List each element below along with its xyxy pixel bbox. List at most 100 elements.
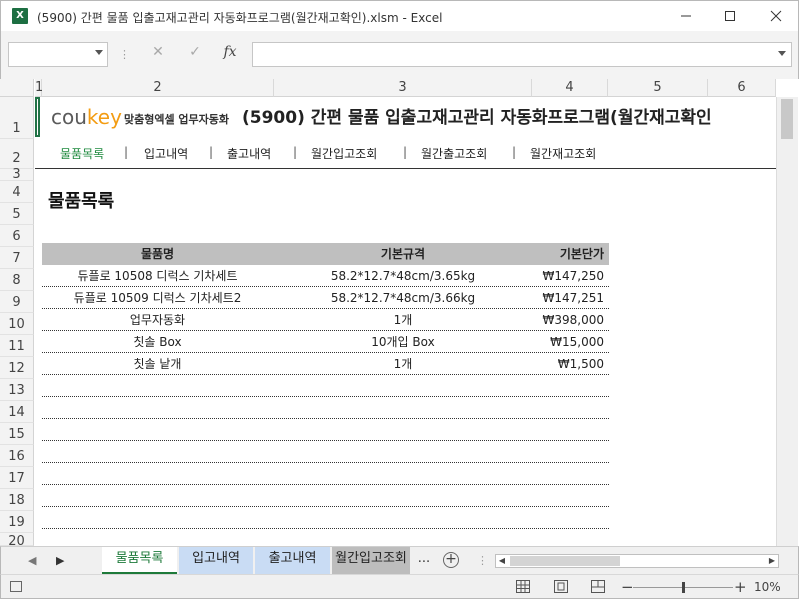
vertical-scrollbar[interactable] — [776, 97, 798, 546]
table-cell[interactable] — [533, 375, 609, 396]
row-header[interactable]: 11 — [0, 335, 34, 357]
chevron-down-icon[interactable] — [95, 50, 103, 55]
row-header[interactable]: 17 — [0, 467, 34, 489]
column-header[interactable]: 2 — [42, 79, 274, 97]
table-cell[interactable] — [273, 419, 533, 440]
table-cell[interactable]: 칫솔 낱개 — [42, 353, 273, 374]
table-cell[interactable] — [273, 529, 533, 546]
table-cell[interactable] — [42, 463, 273, 484]
tab-입고내역[interactable]: 입고내역 — [179, 547, 253, 574]
nav-item-출고내역[interactable]: 출고내역 — [227, 145, 271, 162]
table-cell[interactable] — [273, 463, 533, 484]
table-cell[interactable] — [273, 397, 533, 418]
row-header[interactable]: 18 — [0, 489, 34, 511]
table-cell[interactable] — [42, 441, 273, 462]
row-header[interactable]: 1 — [0, 97, 34, 139]
row-header[interactable]: 3 — [0, 167, 34, 182]
normal-view-icon[interactable] — [516, 580, 530, 593]
column-header[interactable]: 3 — [274, 79, 532, 97]
tab-splitter-icon[interactable]: ⋮ — [477, 554, 488, 567]
tab-물품목록[interactable]: 물품목록 — [102, 547, 177, 574]
table-cell[interactable] — [42, 485, 273, 506]
worksheet-grid[interactable]: coukey 맞춤형엑셀 업무자동화 (5900) 간편 물품 입출고재고관리 … — [35, 97, 776, 546]
table-cell[interactable]: ₩147,250 — [533, 265, 609, 286]
table-cell[interactable]: ₩1,500 — [533, 353, 609, 374]
scroll-right-icon[interactable]: ▶ — [766, 555, 778, 567]
nav-item-월간입고조회[interactable]: 월간입고조회 — [311, 145, 377, 162]
row-header[interactable]: 20 — [0, 533, 34, 549]
expand-formula-icon[interactable] — [778, 51, 786, 56]
row-header[interactable]: 7 — [0, 247, 34, 269]
select-all-corner[interactable] — [0, 79, 34, 97]
row-header[interactable]: 15 — [0, 423, 34, 445]
nav-item-월간재고조회[interactable]: 월간재고조회 — [530, 145, 596, 162]
table-cell[interactable] — [42, 375, 273, 396]
table-cell[interactable] — [533, 397, 609, 418]
table-cell[interactable]: 58.2*12.7*48cm/3.65kg — [273, 265, 533, 286]
table-cell[interactable] — [42, 397, 273, 418]
table-cell[interactable] — [533, 463, 609, 484]
table-cell[interactable] — [42, 507, 273, 528]
confirm-entry-button[interactable]: ✓ — [183, 44, 207, 64]
zoom-level[interactable]: 10% — [754, 580, 781, 594]
page-layout-view-icon[interactable] — [554, 580, 568, 593]
row-header[interactable]: 10 — [0, 313, 34, 335]
table-cell[interactable] — [533, 441, 609, 462]
row-header[interactable]: 9 — [0, 291, 34, 313]
add-sheet-button[interactable]: + — [443, 552, 459, 568]
table-cell[interactable] — [533, 507, 609, 528]
row-header[interactable]: 14 — [0, 401, 34, 423]
more-tabs-button[interactable]: ... — [413, 547, 435, 574]
cancel-entry-button[interactable]: ✕ — [146, 44, 170, 64]
column-header[interactable]: 4 — [532, 79, 608, 97]
table-cell[interactable]: 58.2*12.7*48cm/3.66kg — [273, 287, 533, 308]
table-cell[interactable]: 1개 — [273, 353, 533, 374]
table-cell[interactable] — [273, 507, 533, 528]
table-header-cell[interactable]: 기본규격 — [273, 243, 533, 265]
nav-item-물품목록[interactable]: 물품목록 — [60, 145, 104, 162]
table-cell[interactable] — [273, 375, 533, 396]
close-button[interactable] — [753, 1, 799, 31]
tab-scroll-left-icon[interactable]: ◀ — [28, 554, 36, 567]
table-cell[interactable]: 듀플로 10508 디럭스 기차세트 — [42, 265, 273, 286]
row-header[interactable]: 8 — [0, 269, 34, 291]
nav-item-월간출고조회[interactable]: 월간출고조회 — [421, 145, 487, 162]
row-header[interactable]: 16 — [0, 445, 34, 467]
table-cell[interactable] — [273, 485, 533, 506]
table-cell[interactable]: 1개 — [273, 309, 533, 330]
row-header[interactable]: 12 — [0, 357, 34, 379]
horizontal-scroll-thumb[interactable] — [510, 556, 620, 566]
tab-scroll-right-icon[interactable]: ▶ — [56, 554, 64, 567]
table-cell[interactable] — [42, 419, 273, 440]
macro-record-icon[interactable] — [10, 581, 22, 592]
row-header[interactable]: 13 — [0, 379, 34, 401]
zoom-out-button[interactable]: − — [621, 578, 634, 596]
table-cell[interactable] — [533, 419, 609, 440]
table-cell[interactable] — [533, 485, 609, 506]
table-cell[interactable] — [533, 529, 609, 546]
scroll-left-icon[interactable]: ◀ — [496, 555, 508, 567]
column-header[interactable]: 1 — [35, 79, 43, 97]
table-header-cell[interactable]: 기본단가 — [533, 243, 609, 265]
table-cell[interactable]: ₩15,000 — [533, 331, 609, 352]
row-header[interactable]: 5 — [0, 203, 34, 225]
nav-item-입고내역[interactable]: 입고내역 — [144, 145, 188, 162]
table-header-cell[interactable]: 물품명 — [42, 243, 273, 265]
name-box[interactable] — [8, 42, 108, 67]
horizontal-scrollbar[interactable]: ◀ ▶ — [495, 554, 779, 568]
row-header[interactable]: 4 — [0, 181, 34, 203]
table-cell[interactable]: 10개입 Box — [273, 331, 533, 352]
table-cell[interactable]: 칫솔 Box — [42, 331, 273, 352]
table-cell[interactable]: 업무자동화 — [42, 309, 273, 330]
minimize-button[interactable] — [663, 1, 709, 31]
row-header[interactable]: 6 — [0, 225, 34, 247]
row-header[interactable]: 2 — [0, 139, 34, 169]
zoom-slider-thumb[interactable] — [682, 582, 685, 593]
page-break-preview-icon[interactable] — [591, 580, 605, 593]
zoom-in-button[interactable]: + — [734, 578, 747, 596]
table-cell[interactable]: ₩147,251 — [533, 287, 609, 308]
table-cell[interactable]: 듀플로 10509 디럭스 기차세트2 — [42, 287, 273, 308]
column-header[interactable]: 5 — [608, 79, 708, 97]
table-cell[interactable] — [273, 441, 533, 462]
insert-function-button[interactable]: fx — [218, 44, 242, 64]
